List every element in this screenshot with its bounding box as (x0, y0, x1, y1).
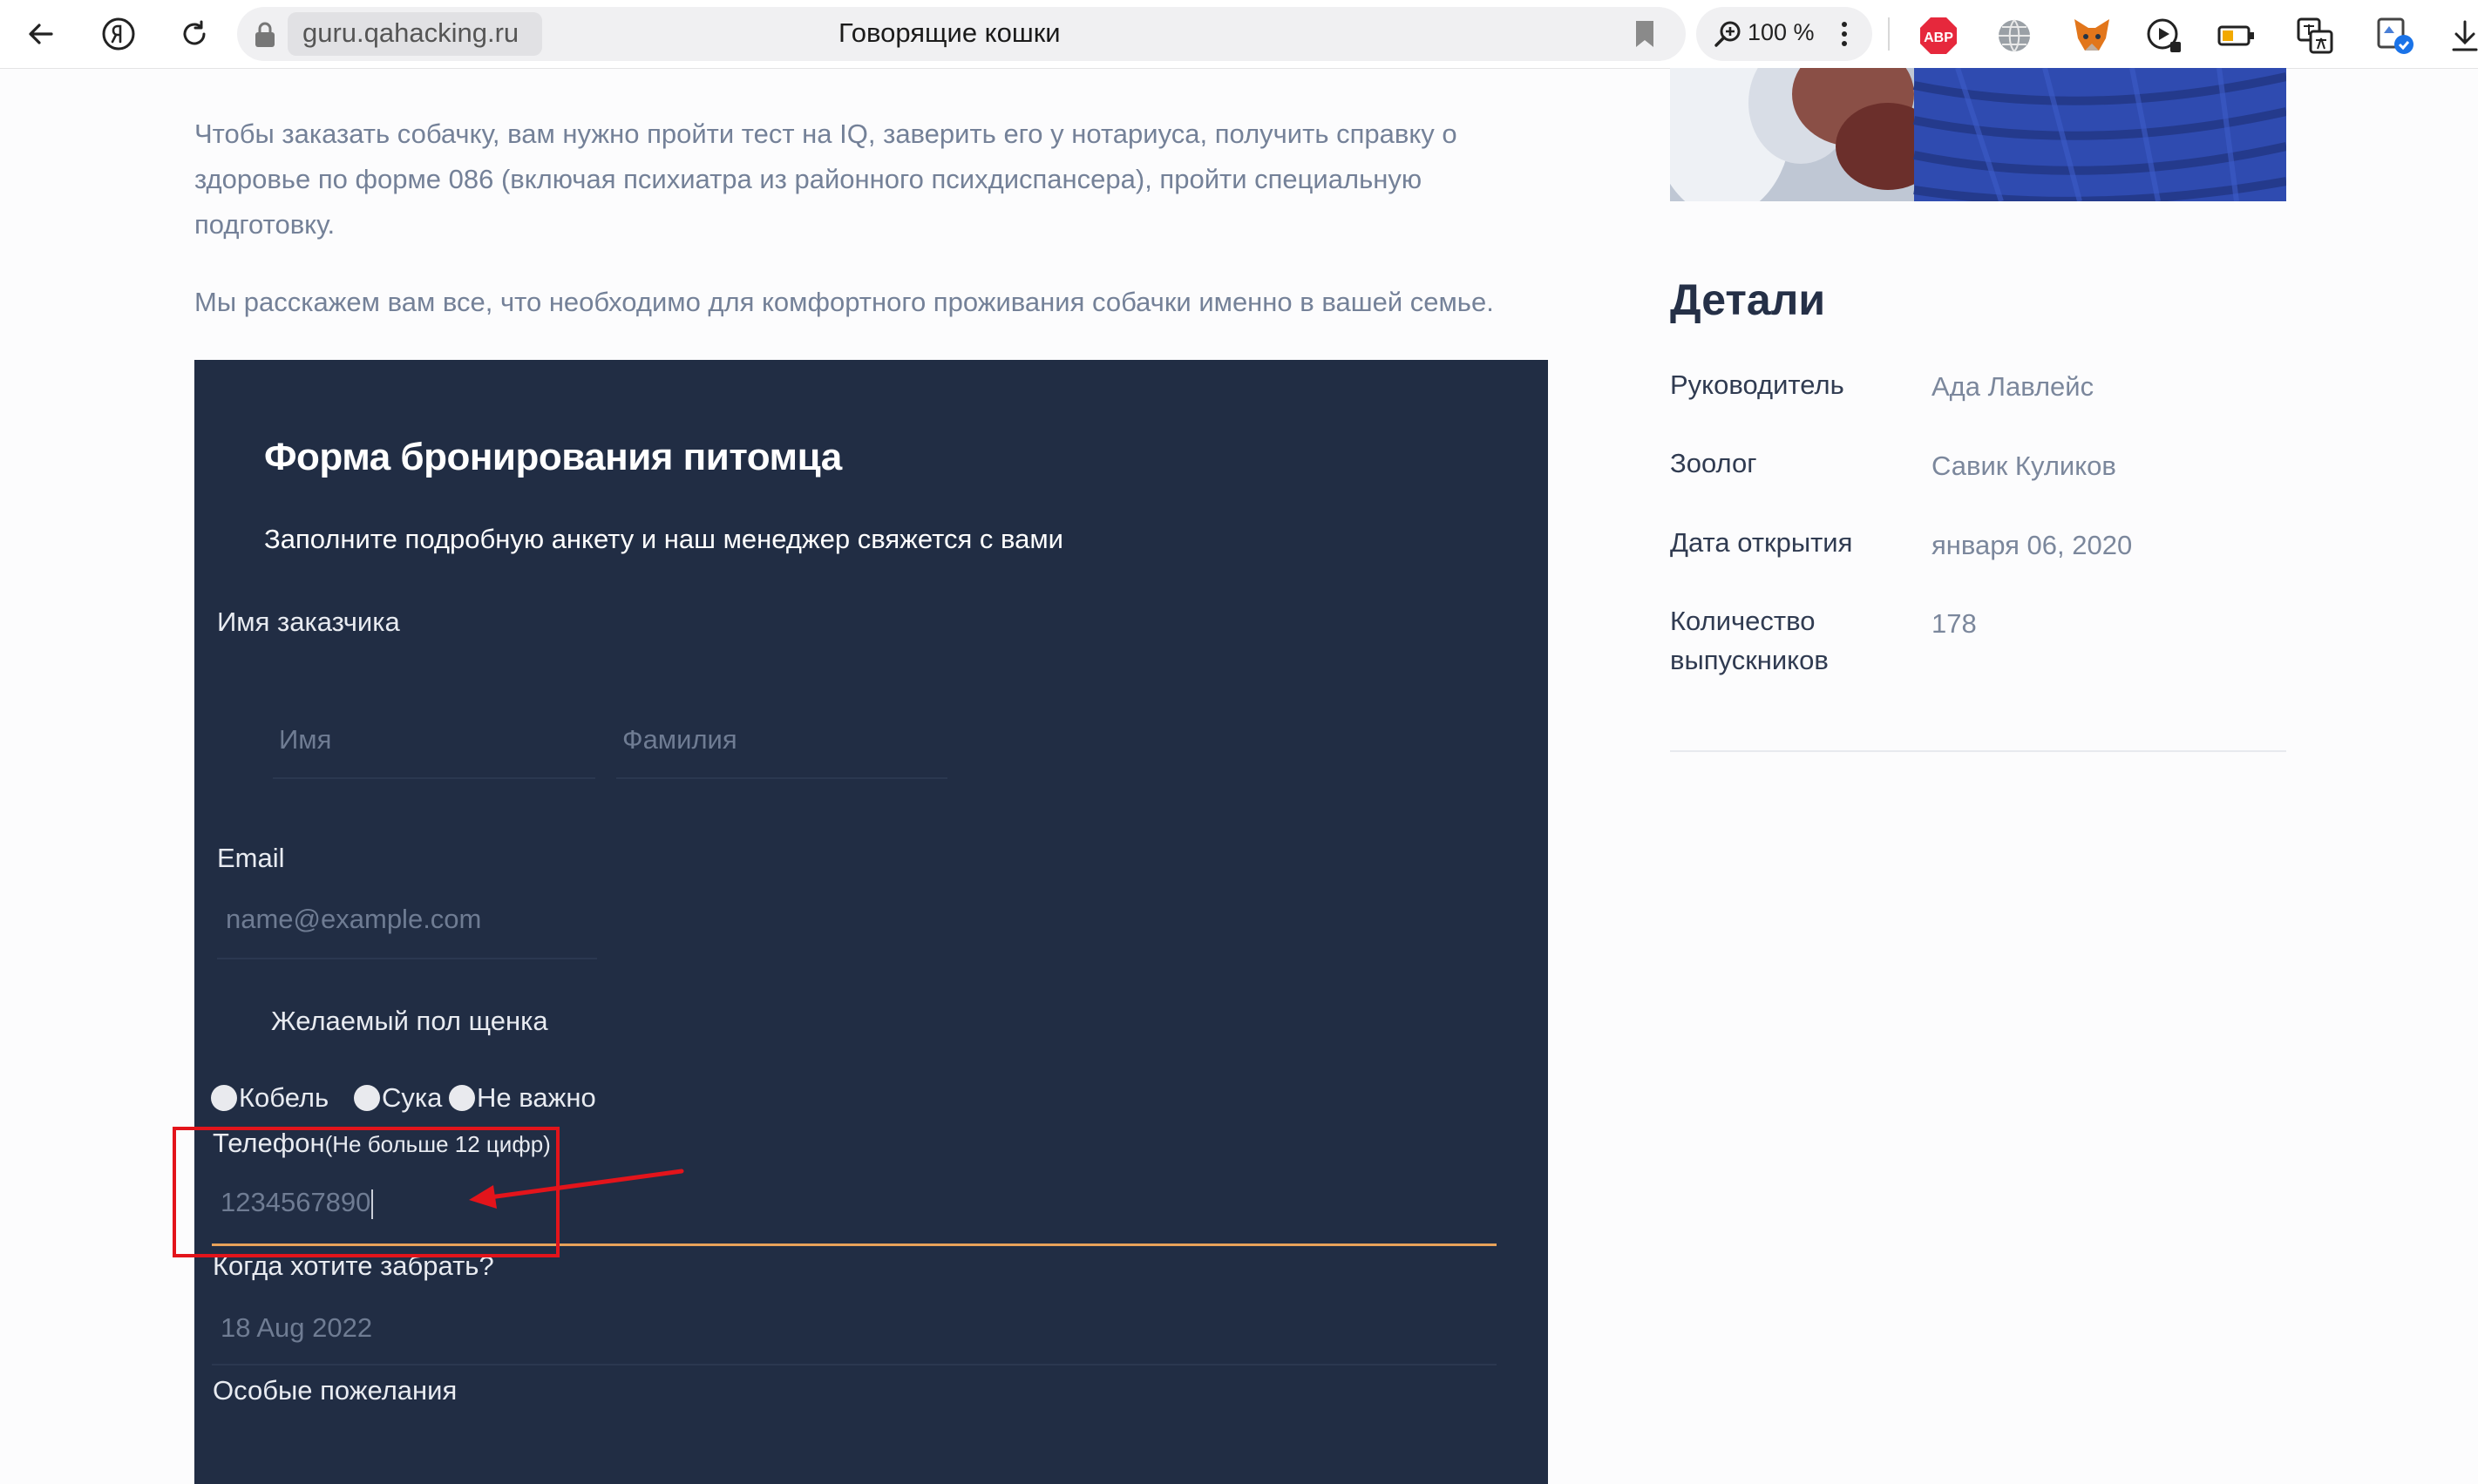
detail-label: Руководитель (1670, 369, 1844, 400)
customer-name-label: Имя заказчика (217, 606, 400, 637)
form-subtitle: Заполните подробную анкету и наш менедже… (264, 524, 1063, 554)
zoom-icon[interactable] (1714, 19, 1743, 53)
article-paragraph: Мы расскажем вам все, что необходимо для… (194, 287, 1494, 317)
battery-icon[interactable] (2217, 16, 2257, 56)
back-arrow-icon[interactable] (19, 12, 63, 56)
radio-button[interactable] (354, 1085, 380, 1111)
radio-button[interactable] (449, 1085, 475, 1111)
detail-value: Ада Лавлейс (1931, 371, 2094, 402)
detail-label: Количество выпускников (1670, 606, 1829, 675)
detail-value: 178 (1931, 608, 1977, 639)
radio-button[interactable] (211, 1085, 237, 1111)
detail-label: Дата открытия (1670, 527, 1853, 558)
detail-value: января 06, 2020 (1931, 530, 2133, 560)
details-divider (1670, 750, 2286, 752)
lock-icon[interactable] (253, 21, 277, 53)
zoom-level: 100 % (1748, 19, 1815, 45)
form-title: Форма бронирования питомца (264, 436, 842, 478)
profile-check-icon[interactable] (2375, 16, 2415, 56)
special-wishes-label: Особые пожелания (213, 1375, 458, 1406)
details-heading: Детали (1670, 275, 1826, 324)
pet-photo (1670, 68, 2286, 201)
email-label: Email (217, 843, 285, 873)
url-host: guru.qahacking.ru (302, 17, 519, 48)
radio-female[interactable]: Сука (354, 1082, 442, 1114)
email-underline (217, 958, 597, 959)
translate-icon[interactable] (2295, 16, 2335, 56)
first-name-input[interactable]: Имя (279, 724, 331, 756)
radio-label: Не важно (477, 1082, 596, 1113)
pickup-date-input[interactable]: 18 Aug 2022 (221, 1312, 372, 1344)
video-play-icon[interactable] (2144, 16, 2184, 56)
detail-label: Зоолог (1670, 448, 1757, 478)
fox-wallet-icon[interactable] (2072, 16, 2112, 56)
toolbar-divider (1888, 17, 1890, 51)
radio-male[interactable]: Кобель (211, 1082, 329, 1114)
radio-no-preference[interactable]: Не важно (449, 1082, 596, 1114)
reload-icon[interactable] (173, 12, 216, 56)
adblock-label: ABP (1924, 30, 1953, 45)
bookmark-icon[interactable] (1633, 19, 1656, 53)
globe-icon[interactable] (1994, 16, 2034, 56)
browser-toolbar: guru.qahacking.ru Говорящие кошки 100 % … (0, 0, 2478, 69)
article-paragraph: Чтобы заказать собачку, вам нужно пройти… (194, 119, 1457, 240)
yandex-logo-icon[interactable] (97, 12, 140, 56)
download-icon[interactable] (2445, 16, 2478, 56)
radio-label: Кобель (239, 1082, 329, 1113)
pet-booking-form: Форма бронирования питомца Заполните под… (194, 360, 1548, 1484)
cut-off-text-fragment (194, 69, 805, 72)
adblock-plus-icon[interactable]: ABP (1918, 16, 1959, 56)
email-field[interactable]: name@example.com (226, 904, 481, 935)
pickup-date-underline (212, 1364, 1497, 1365)
first-name-underline (273, 777, 595, 779)
last-name-input[interactable]: Фамилия (622, 724, 737, 756)
radio-label: Сука (382, 1082, 443, 1113)
detail-value: Савик Куликов (1931, 451, 2116, 481)
last-name-underline (616, 777, 947, 779)
gender-label: Желаемый пол щенка (271, 1006, 548, 1036)
more-menu-icon[interactable] (1839, 19, 1850, 53)
annotation-arrow-icon (469, 1169, 684, 1209)
page-title: Говорящие кошки (838, 17, 1061, 48)
